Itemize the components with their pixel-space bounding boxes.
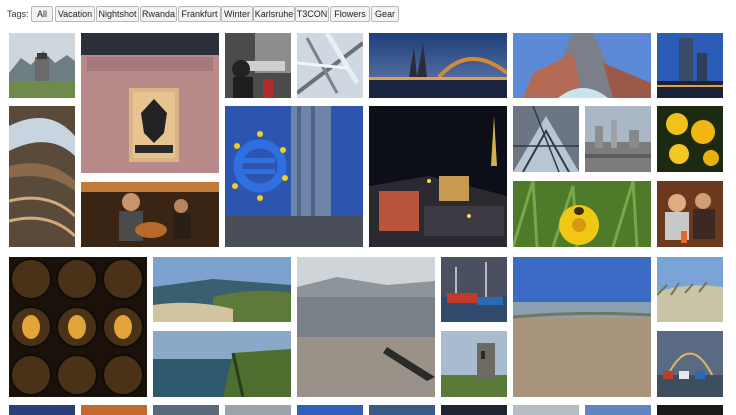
tag-nightshot[interactable]: Nightshot (96, 6, 139, 22)
tag-t3con[interactable]: T3CON (295, 6, 329, 22)
photo-thumbnail[interactable] (225, 106, 363, 247)
photo-thumbnail[interactable] (513, 257, 651, 397)
photo-thumbnail[interactable] (585, 106, 651, 172)
photo-thumbnail[interactable] (225, 33, 291, 98)
photo-thumbnail[interactable] (297, 405, 363, 415)
photo-thumbnail[interactable] (657, 331, 723, 397)
photo-thumbnail[interactable] (657, 405, 723, 415)
photo-thumbnail[interactable] (9, 33, 75, 98)
tag-rwanda[interactable]: Rwanda (140, 6, 177, 22)
photo-thumbnail[interactable] (657, 33, 723, 98)
photo-thumbnail[interactable] (225, 405, 291, 415)
photo-thumbnail[interactable] (153, 405, 219, 415)
photo-thumbnail[interactable] (513, 181, 651, 247)
photo-thumbnail[interactable] (441, 405, 507, 415)
photo-thumbnail[interactable] (81, 33, 219, 173)
photo-thumbnail[interactable] (369, 405, 435, 415)
tags-label: Tags: (7, 9, 29, 19)
tag-frankfurt[interactable]: Frankfurt (178, 6, 221, 22)
photo-thumbnail[interactable] (513, 33, 651, 98)
tag-gear[interactable]: Gear (371, 6, 399, 22)
photo-thumbnail[interactable] (369, 106, 507, 247)
photo-thumbnail[interactable] (81, 405, 147, 415)
photo-thumbnail[interactable] (153, 331, 291, 397)
photo-thumbnail[interactable] (441, 331, 507, 397)
photo-thumbnail[interactable] (585, 405, 651, 415)
photo-thumbnail[interactable] (657, 257, 723, 322)
photo-thumbnail[interactable] (369, 33, 507, 98)
tag-karlsruhe[interactable]: Karlsruhe (253, 6, 295, 22)
photo-thumbnail[interactable] (657, 106, 723, 172)
photo-thumbnail[interactable] (9, 106, 75, 247)
tag-flowers[interactable]: Flowers (330, 6, 370, 22)
photo-thumbnail[interactable] (81, 182, 219, 247)
photo-thumbnail[interactable] (9, 405, 75, 415)
photo-thumbnail[interactable] (441, 257, 507, 322)
photo-thumbnail[interactable] (513, 106, 579, 172)
photo-thumbnail[interactable] (657, 181, 723, 247)
photo-thumbnail[interactable] (153, 257, 291, 322)
tag-all[interactable]: All (31, 6, 53, 22)
tag-vacation[interactable]: Vacation (55, 6, 95, 22)
photo-thumbnail[interactable] (513, 405, 579, 415)
photo-thumbnail[interactable] (9, 257, 147, 397)
photo-thumbnail[interactable] (297, 257, 435, 397)
photo-thumbnail[interactable] (297, 33, 363, 98)
tag-winter[interactable]: Winter (221, 6, 253, 22)
